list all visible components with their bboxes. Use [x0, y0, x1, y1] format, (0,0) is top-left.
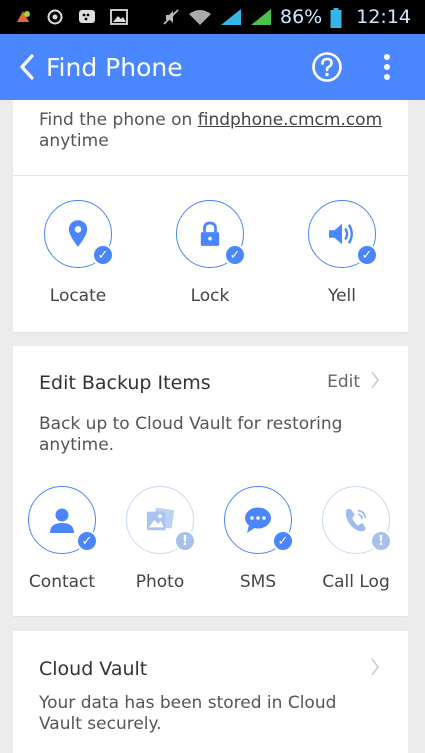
findphone-link[interactable]: findphone.cmcm.com: [198, 110, 382, 130]
warning-icon: !: [370, 530, 392, 552]
more-options-icon[interactable]: [383, 53, 391, 81]
backup-title: Edit Backup Items: [39, 372, 211, 394]
bbm-icon: [78, 8, 96, 26]
yell-label: Yell: [327, 286, 357, 306]
image-icon: [110, 8, 128, 26]
wifi-icon: [188, 8, 212, 26]
sms-button[interactable]: ✓ SMS: [210, 486, 306, 592]
yell-button[interactable]: ✓ Yell: [294, 200, 390, 306]
battery-percent: 86%: [280, 6, 323, 28]
cloud-vault-card[interactable]: Cloud Vault Your data has been stored in…: [13, 631, 408, 753]
speaker-icon: [329, 223, 353, 245]
lock-button[interactable]: ✓ Lock: [162, 200, 258, 306]
find-phone-card: Find the phone on findphone.cmcm.com any…: [13, 100, 408, 332]
cloud-vault-description: Your data has been stored in Cloud Vault…: [39, 693, 337, 734]
check-icon: ✓: [224, 244, 246, 266]
contact-label: Contact: [28, 572, 96, 592]
status-bar: 86% 12:14: [0, 0, 425, 34]
check-icon: ✓: [92, 244, 114, 266]
photo-icon: [147, 507, 175, 531]
contact-icon: [50, 508, 74, 533]
find-desc-prefix: Find the phone on: [39, 110, 198, 130]
find-phone-description: Find the phone on findphone.cmcm.com any…: [39, 110, 399, 152]
divider: [13, 175, 408, 176]
page-title: Find Phone: [46, 52, 183, 82]
check-icon: ✓: [76, 530, 98, 552]
find-desc-suffix: anytime: [39, 131, 109, 151]
signal-icon-2: [250, 8, 272, 26]
clock: 12:14: [356, 6, 411, 28]
chevron-right-icon: [370, 657, 380, 681]
locate-button[interactable]: ✓ Locate: [30, 200, 126, 306]
edit-label: Edit: [327, 372, 360, 392]
backup-card: Edit Backup Items Edit Back up to Cloud …: [13, 346, 408, 616]
chevron-right-icon: [370, 370, 380, 394]
check-icon: ✓: [356, 244, 378, 266]
photo-button[interactable]: ! Photo: [112, 486, 208, 592]
warning-icon: !: [174, 530, 196, 552]
edit-button[interactable]: Edit: [327, 370, 380, 394]
check-icon: ✓: [272, 530, 294, 552]
mute-icon: [162, 8, 180, 26]
signal-icon: [220, 8, 242, 26]
photo-label: Photo: [135, 572, 185, 592]
battery-icon: [330, 8, 342, 28]
backup-description: Back up to Cloud Vault for restoring any…: [39, 414, 343, 455]
contact-button[interactable]: ✓ Contact: [14, 486, 110, 592]
call-log-icon: [345, 508, 367, 532]
sms-icon: [245, 507, 271, 533]
call-log-button[interactable]: ! Call Log: [308, 486, 404, 592]
locate-label: Locate: [49, 286, 107, 306]
back-button[interactable]: Find Phone: [0, 34, 183, 100]
cloud-vault-title: Cloud Vault: [39, 658, 148, 680]
location-pin-icon: [68, 220, 88, 247]
sms-label: SMS: [239, 572, 277, 592]
call-log-label: Call Log: [322, 572, 390, 592]
notification-icon: [14, 8, 32, 26]
help-icon[interactable]: [311, 51, 343, 83]
back-arrow-icon: [20, 54, 34, 80]
lock-label: Lock: [190, 286, 230, 306]
app-bar: Find Phone: [0, 34, 425, 100]
lock-icon: [200, 221, 220, 246]
circle-icon: [46, 8, 64, 26]
